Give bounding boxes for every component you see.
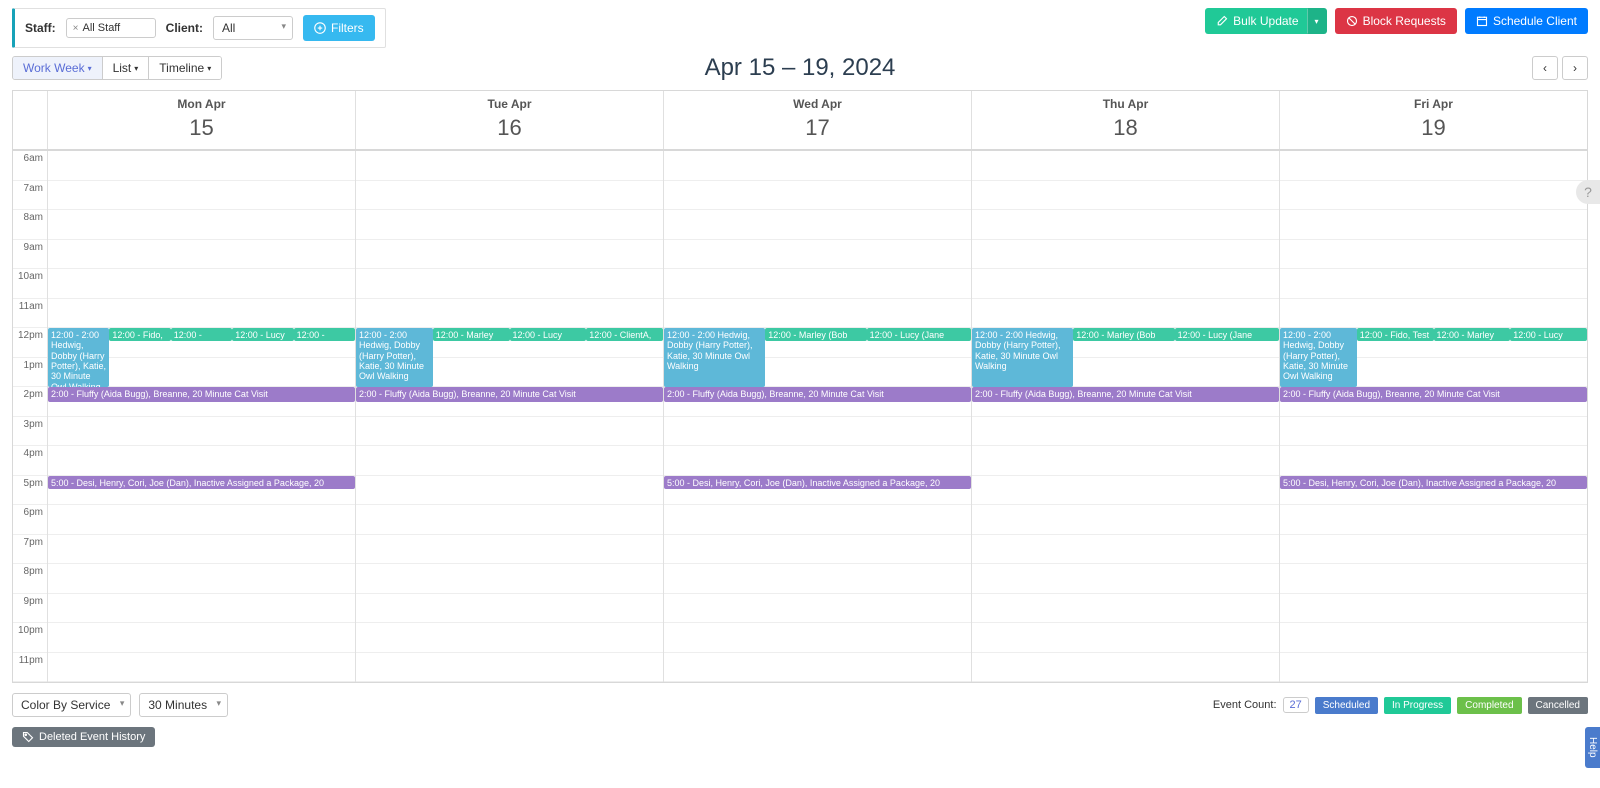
- calendar-event[interactable]: 12:00 - Fido, Test: [109, 328, 170, 341]
- legend-scheduled[interactable]: Scheduled: [1315, 697, 1378, 714]
- calendar-event[interactable]: 2:00 - Fluffy (Aida Bugg), Breanne, 20 M…: [664, 387, 971, 402]
- time-label: 11am: [13, 299, 47, 329]
- calendar-event[interactable]: 12:00 - Fido, Test Pet, I: [1357, 328, 1434, 341]
- legend-in-progress[interactable]: In Progress: [1384, 697, 1451, 714]
- day-header: Tue Apr16: [355, 91, 663, 149]
- calendar-event[interactable]: 12:00 - 2:00 Hedwig, Dobby (Harry Potter…: [48, 328, 109, 387]
- edit-icon: [1216, 15, 1228, 27]
- calendar-event[interactable]: 5:00 - Desi, Henry, Cori, Joe (Dan), Ina…: [1280, 476, 1587, 489]
- legend-completed[interactable]: Completed: [1457, 697, 1521, 714]
- client-label: Client:: [166, 21, 203, 35]
- calendar-event[interactable]: 12:00 - Lucy (Jane D: [1510, 328, 1587, 341]
- bulk-update-dropdown[interactable]: ▾: [1307, 8, 1327, 34]
- deleted-event-history-button[interactable]: Deleted Event History: [12, 727, 155, 747]
- help-circle-icon[interactable]: ?: [1576, 180, 1600, 204]
- time-label: 10pm: [13, 623, 47, 653]
- block-requests-button[interactable]: Block Requests: [1335, 8, 1457, 34]
- calendar-event[interactable]: 2:00 - Fluffy (Aida Bugg), Breanne, 20 M…: [1280, 387, 1587, 402]
- calendar-event[interactable]: 12:00 - ClientA, Inact: [586, 328, 663, 341]
- calendar-event[interactable]: 12:00 - ClientA, K: [294, 328, 355, 341]
- time-label: 2pm: [13, 387, 47, 417]
- time-label: 3pm: [13, 417, 47, 447]
- duration-select[interactable]: 30 Minutes: [139, 693, 228, 717]
- filters-button[interactable]: Filters: [303, 15, 375, 41]
- date-range-title: Apr 15 – 19, 2024: [705, 54, 896, 82]
- action-buttons: Bulk Update ▾ Block Requests Schedule Cl…: [1205, 8, 1588, 34]
- calendar-event[interactable]: 12:00 - Lucy (Jan: [232, 328, 293, 341]
- event-count-label: Event Count:: [1213, 699, 1277, 711]
- calendar-event[interactable]: 12:00 - Marley (Bob Bones), I: [1073, 328, 1174, 341]
- calendar-event[interactable]: 12:00 - Marley (Bob B: [433, 328, 510, 341]
- calendar-grid: Mon Apr15 Tue Apr16 Wed Apr17 Thu Apr18 …: [12, 90, 1588, 683]
- calendar-event[interactable]: 2:00 - Fluffy (Aida Bugg), Breanne, 20 M…: [972, 387, 1279, 402]
- schedule-client-button[interactable]: Schedule Client: [1465, 8, 1588, 34]
- time-label: 5pm: [13, 476, 47, 506]
- filter-box: Staff: ×All Staff Client: All Filters: [12, 8, 386, 48]
- color-by-select[interactable]: Color By Service: [12, 693, 131, 717]
- calendar-event[interactable]: 12:00 - Lucy (Jane D: [510, 328, 587, 341]
- prev-week-button[interactable]: ‹: [1532, 56, 1558, 80]
- calendar-event[interactable]: 12:00 - Marley (B: [171, 328, 232, 341]
- staff-filter[interactable]: ×All Staff: [66, 18, 156, 38]
- time-label: 12pm: [13, 328, 47, 358]
- client-filter[interactable]: All: [213, 16, 293, 40]
- calendar-event[interactable]: 12:00 - Lucy (Jane Dee), Kat: [867, 328, 971, 341]
- plus-circle-icon: [314, 22, 326, 34]
- calendar-event[interactable]: 12:00 - 2:00 Hedwig, Dobby (Harry Potter…: [664, 328, 765, 387]
- bulk-update-button[interactable]: Bulk Update: [1205, 8, 1309, 34]
- calendar-event[interactable]: 12:00 - Marley (Bob B: [1434, 328, 1511, 341]
- time-label: 8pm: [13, 564, 47, 594]
- calendar-event[interactable]: 2:00 - Fluffy (Aida Bugg), Breanne, 20 M…: [356, 387, 663, 402]
- help-tab[interactable]: Help: [1585, 727, 1600, 768]
- day-header: Wed Apr17: [663, 91, 971, 149]
- time-label: 6pm: [13, 505, 47, 535]
- time-label: 7am: [13, 181, 47, 211]
- block-icon: [1346, 15, 1358, 27]
- time-label: 9am: [13, 240, 47, 270]
- calendar-event[interactable]: 12:00 - Marley (Bob Bones),: [765, 328, 866, 341]
- calendar-event[interactable]: 12:00 - 2:00 Hedwig, Dobby (Harry Potter…: [1280, 328, 1357, 387]
- day-header: Fri Apr19: [1279, 91, 1587, 149]
- calendar-event[interactable]: 12:00 - Lucy (Jane Dee), Kati: [1175, 328, 1279, 341]
- time-label: 8am: [13, 210, 47, 240]
- calendar-event[interactable]: 12:00 - 2:00 Hedwig, Dobby (Harry Potter…: [356, 328, 433, 387]
- day-header: Thu Apr18: [971, 91, 1279, 149]
- next-week-button[interactable]: ›: [1562, 56, 1588, 80]
- time-label: 11pm: [13, 653, 47, 683]
- event-count: 27: [1283, 697, 1309, 713]
- time-label: 6am: [13, 151, 47, 181]
- calendar-event[interactable]: 2:00 - Fluffy (Aida Bugg), Breanne, 20 M…: [48, 387, 355, 402]
- time-label: 7pm: [13, 535, 47, 565]
- legend-cancelled[interactable]: Cancelled: [1528, 697, 1588, 714]
- day-header: Mon Apr15: [47, 91, 355, 149]
- staff-label: Staff:: [25, 21, 56, 35]
- calendar-event[interactable]: 5:00 - Desi, Henry, Cori, Joe (Dan), Ina…: [664, 476, 971, 489]
- time-label: 1pm: [13, 358, 47, 388]
- caret-down-icon: ▾: [1315, 17, 1319, 26]
- time-label: 9pm: [13, 594, 47, 624]
- tag-icon: [22, 731, 34, 743]
- calendar-icon: [1476, 15, 1488, 27]
- calendar-event[interactable]: 5:00 - Desi, Henry, Cori, Joe (Dan), Ina…: [48, 476, 355, 489]
- remove-tag-icon[interactable]: ×: [73, 23, 79, 34]
- time-label: 4pm: [13, 446, 47, 476]
- time-label: 10am: [13, 269, 47, 299]
- calendar-event[interactable]: 12:00 - 2:00 Hedwig, Dobby (Harry Potter…: [972, 328, 1073, 387]
